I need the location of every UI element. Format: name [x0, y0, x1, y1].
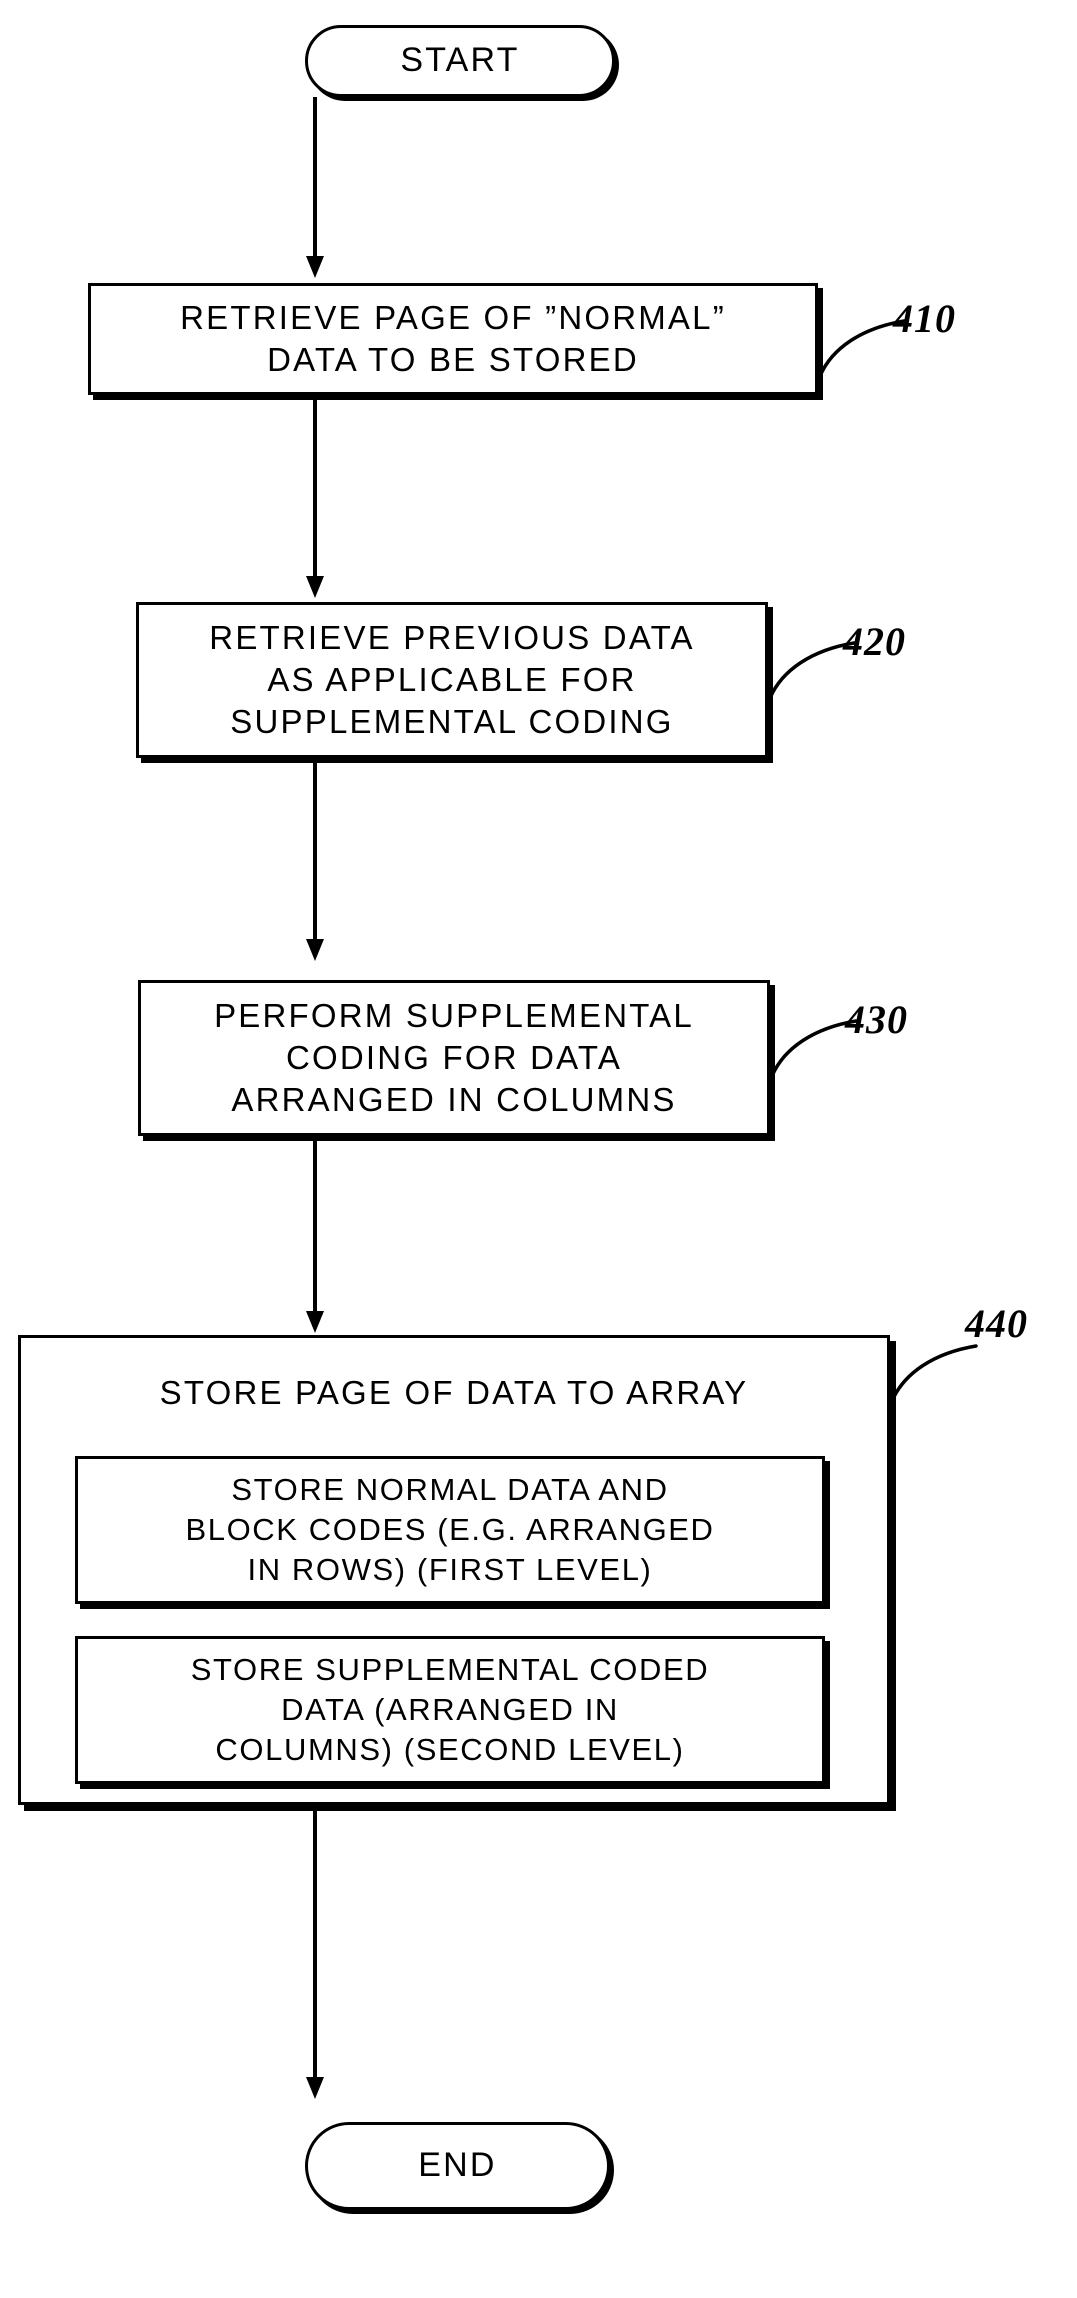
- connector-410-to-420: [313, 400, 317, 580]
- arrowhead-410-to-420: [306, 576, 324, 598]
- reference-numeral-440: 440: [965, 1301, 1028, 1346]
- node-step-440-substep-1-label: STORE NORMAL DATA AND BLOCK CODES (E.G. A…: [185, 1471, 715, 1588]
- node-end[interactable]: END: [305, 2122, 610, 2210]
- figure-canvas: START RETRIEVE PAGE OF ”NORMAL” DATA TO B…: [0, 0, 1077, 2298]
- node-step-420-label: RETRIEVE PREVIOUS DATA AS APPLICABLE FOR S…: [209, 618, 695, 741]
- node-step-410[interactable]: RETRIEVE PAGE OF ”NORMAL” DATA TO BE STOR…: [88, 283, 818, 395]
- node-step-440[interactable]: STORE PAGE OF DATA TO ARRAY STORE NORMAL…: [18, 1335, 890, 1805]
- node-step-440-substep-2-label: STORE SUPPLEMENTAL CODED DATA (ARRANGED I…: [190, 1651, 710, 1768]
- reference-numeral-410: 410: [893, 296, 956, 341]
- node-start-label: START: [400, 41, 520, 80]
- connector-440-to-end: [313, 1811, 317, 2081]
- node-step-440-title: STORE PAGE OF DATA TO ARRAY: [159, 1374, 749, 1411]
- connector-420-to-430: [313, 763, 317, 943]
- arrowhead-430-to-440: [306, 1311, 324, 1333]
- arrowhead-420-to-430: [306, 939, 324, 961]
- arrowhead-440-to-end: [306, 2077, 324, 2099]
- reference-numeral-430: 430: [845, 997, 908, 1042]
- node-step-420[interactable]: RETRIEVE PREVIOUS DATA AS APPLICABLE FOR S…: [136, 602, 768, 758]
- connector-430-to-440: [313, 1141, 317, 1315]
- node-start[interactable]: START: [305, 25, 615, 97]
- node-step-440-substep-1[interactable]: STORE NORMAL DATA AND BLOCK CODES (E.G. A…: [75, 1456, 825, 1604]
- connector-start-to-410: [313, 97, 317, 260]
- arrowhead-start-to-410: [306, 256, 324, 278]
- node-step-410-label: RETRIEVE PAGE OF ”NORMAL” DATA TO BE STOR…: [180, 298, 726, 378]
- node-step-430-label: PERFORM SUPPLEMENTAL CODING FOR DATA ARRAN…: [214, 996, 694, 1119]
- reference-numeral-420: 420: [843, 619, 906, 664]
- node-end-label: END: [418, 2146, 497, 2185]
- node-step-430[interactable]: PERFORM SUPPLEMENTAL CODING FOR DATA ARRAN…: [138, 980, 770, 1136]
- node-step-440-substep-2[interactable]: STORE SUPPLEMENTAL CODED DATA (ARRANGED I…: [75, 1636, 825, 1784]
